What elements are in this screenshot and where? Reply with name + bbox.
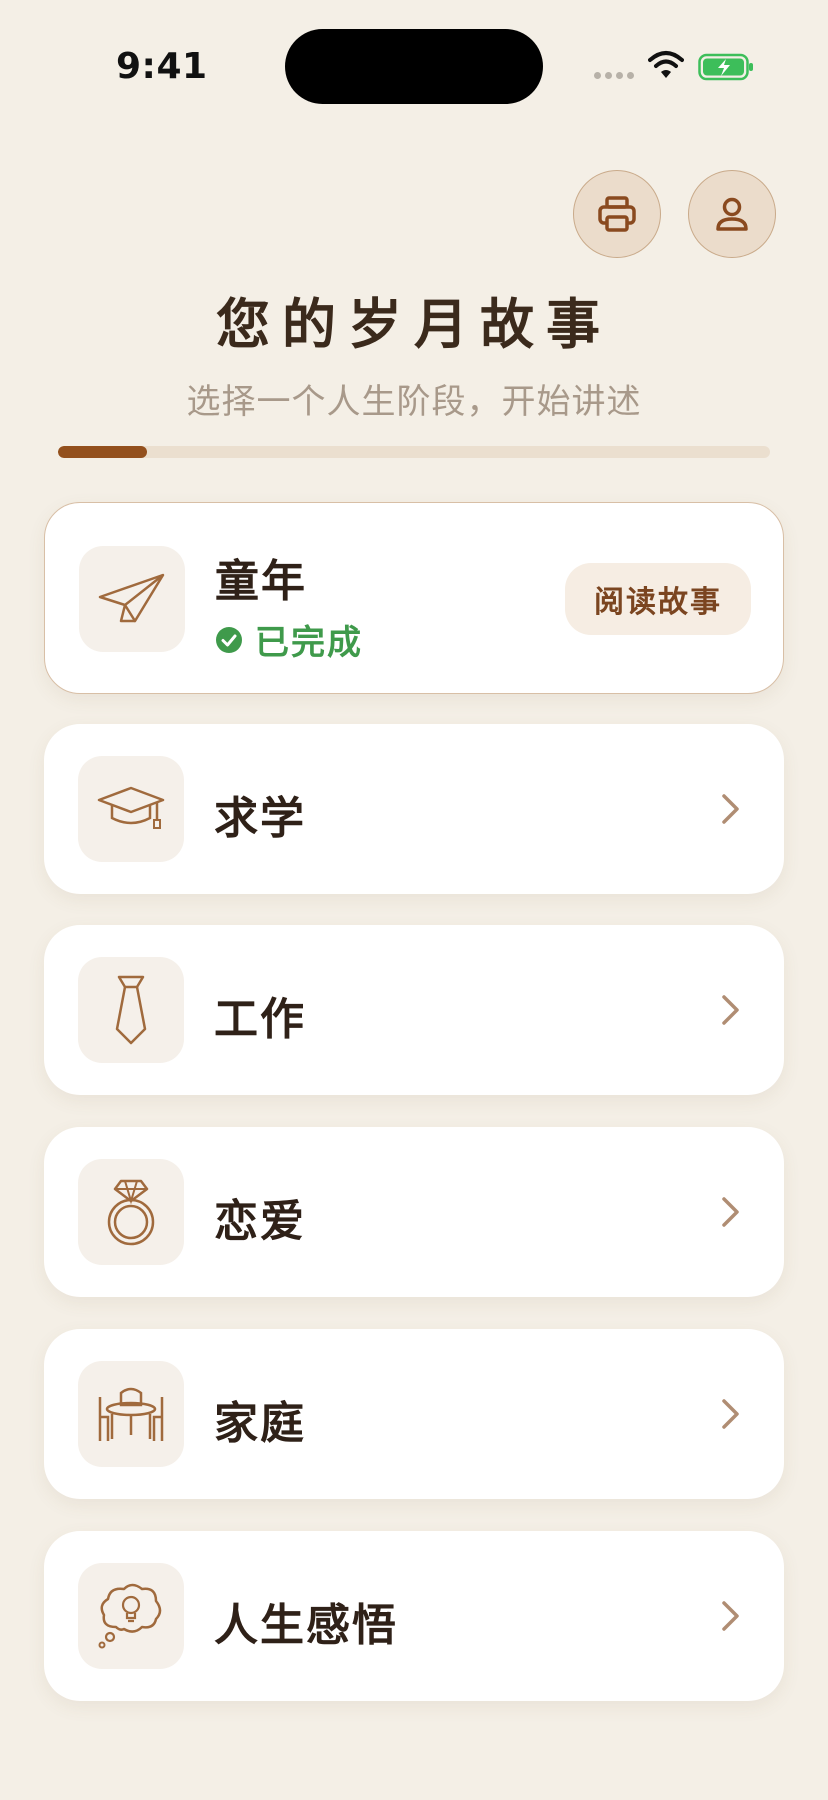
wifi-icon: [648, 51, 684, 78]
chevron-right-icon: [722, 1197, 739, 1227]
stage-title: 工作: [214, 994, 306, 1045]
stage-icon-box: [78, 1563, 184, 1669]
dining-table-icon: [98, 1387, 164, 1441]
signal-dots-icon: [594, 72, 634, 79]
stage-card-education[interactable]: 求学: [44, 724, 784, 894]
stage-card-love[interactable]: 恋爱: [44, 1127, 784, 1297]
chevron-right-icon: [722, 1399, 739, 1429]
stage-card-family[interactable]: 家庭: [44, 1329, 784, 1499]
stage-icon-box: [78, 756, 184, 862]
stage-title: 家庭: [214, 1398, 306, 1449]
stage-card-childhood[interactable]: 童年 已完成 阅读故事: [44, 502, 784, 694]
chevron-right-icon: [722, 995, 739, 1025]
ring-icon: [107, 1179, 155, 1246]
chevron-right-icon: [722, 1601, 739, 1631]
progress-bar: [58, 446, 770, 458]
stage-status-label: 已完成: [255, 623, 363, 663]
paper-plane-icon: [98, 573, 165, 623]
stage-card-work[interactable]: 工作: [44, 925, 784, 1095]
dynamic-island: [285, 29, 543, 104]
stage-title: 求学: [214, 793, 306, 844]
progress-bar-fill: [58, 446, 147, 458]
stage-card-reflections[interactable]: 人生感悟: [44, 1531, 784, 1701]
status-time: 9:41: [116, 46, 208, 87]
check-circle-icon: [216, 626, 242, 653]
print-button[interactable]: [573, 170, 661, 258]
stage-status: 已完成: [215, 615, 363, 664]
printer-icon: [598, 196, 636, 232]
chevron-right-icon: [722, 794, 739, 824]
battery-charging-icon: [698, 53, 753, 81]
stage-icon-box: [78, 1159, 184, 1265]
stage-icon-box: [78, 1361, 184, 1467]
stage-icon-box: [79, 546, 185, 652]
status-bar: 9:41: [0, 0, 828, 120]
stage-title: 恋爱: [214, 1196, 306, 1247]
page-title: 您的岁月故事: [216, 292, 612, 356]
stage-title: 人生感悟: [214, 1600, 398, 1651]
read-story-button[interactable]: 阅读故事: [565, 563, 751, 635]
thought-bulb-icon: [98, 1583, 162, 1649]
user-icon: [716, 197, 748, 231]
profile-button[interactable]: [688, 170, 776, 258]
necktie-icon: [115, 975, 147, 1045]
graduation-cap-icon: [97, 786, 165, 829]
stage-title: 童年: [215, 556, 307, 607]
stage-icon-box: [78, 957, 184, 1063]
page-subtitle: 选择一个人生阶段，开始讲述: [186, 382, 642, 422]
